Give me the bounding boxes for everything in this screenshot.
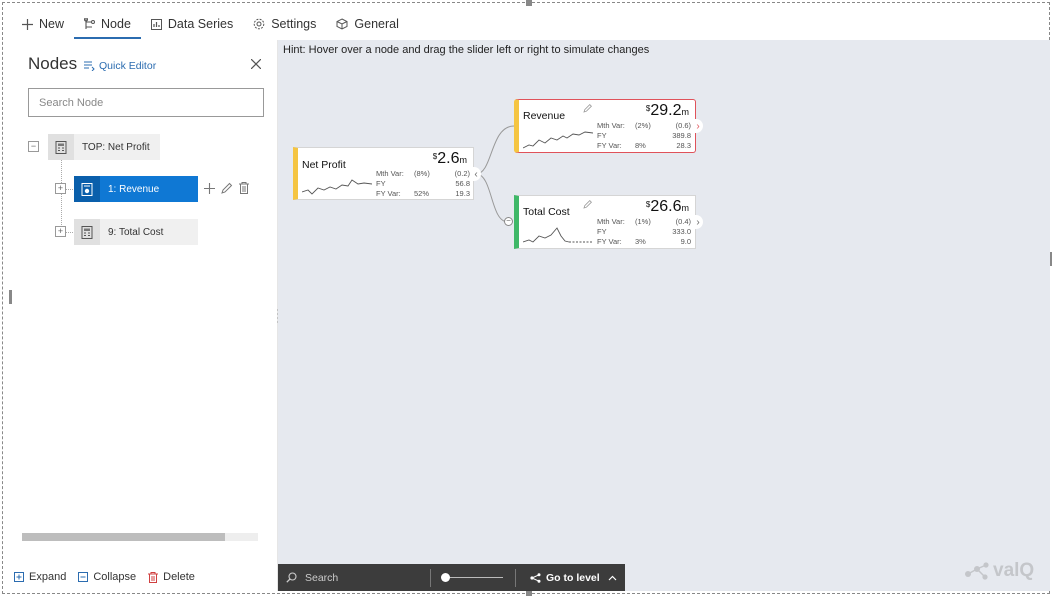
calculator-icon bbox=[74, 219, 100, 245]
valq-logo: valQ bbox=[964, 560, 1034, 582]
toolbar-settings-label: Settings bbox=[271, 17, 317, 31]
node-actions bbox=[204, 182, 249, 194]
collapse-square-icon bbox=[78, 572, 89, 582]
card-title: Net Profit bbox=[302, 159, 346, 171]
go-to-level-label: Go to level bbox=[546, 571, 600, 584]
panel-title: Nodes bbox=[28, 54, 78, 73]
main-toolbar: New Node Data Series Settings General bbox=[12, 10, 409, 39]
card-title: Revenue bbox=[523, 110, 566, 122]
edit-pencil-icon[interactable] bbox=[583, 100, 592, 118]
edit-pencil-icon[interactable] bbox=[221, 182, 233, 194]
gear-icon bbox=[253, 18, 265, 30]
panel-footer: Expand Collapse Delete bbox=[14, 566, 207, 588]
node-card-total-cost[interactable]: Total Cost $26.6m Mth Var: (1%) (0.4) FY… bbox=[514, 195, 696, 249]
tree-node-revenue[interactable]: 1: Revenue bbox=[74, 176, 198, 202]
zoom-slider-knob[interactable] bbox=[441, 573, 450, 582]
quick-editor-link[interactable]: Quick Editor bbox=[84, 60, 156, 72]
node-card-net-profit[interactable]: Net Profit $2.6m Mth Var: (8%) (0.2) FY … bbox=[293, 147, 474, 200]
tree-node-net-profit[interactable]: TOP: Net Profit bbox=[48, 134, 160, 160]
card-title: Total Cost bbox=[523, 206, 570, 218]
toolbar-data-series-label: Data Series bbox=[167, 17, 234, 31]
toolbar-data-series-tab[interactable]: Data Series bbox=[141, 10, 243, 38]
delete-button[interactable]: Delete bbox=[148, 571, 195, 583]
search-icon bbox=[286, 572, 297, 583]
chevron-up-icon bbox=[608, 575, 617, 581]
toolbar-node-tab[interactable]: Node bbox=[74, 10, 141, 39]
sparkline-chart bbox=[523, 131, 593, 149]
tree-expand-toggle[interactable]: + bbox=[55, 226, 66, 237]
toolbar-general-tab[interactable]: General bbox=[326, 10, 408, 38]
horizontal-scrollbar[interactable] bbox=[22, 533, 258, 541]
frame-resize-handle-left[interactable] bbox=[9, 290, 12, 304]
delete-trash-icon[interactable] bbox=[239, 182, 249, 194]
zoom-slider[interactable] bbox=[431, 564, 515, 591]
hierarchy-icon bbox=[530, 572, 541, 583]
toolbar-new-label: New bbox=[39, 17, 65, 31]
toolbar-new-button[interactable]: New bbox=[12, 10, 74, 38]
zoom-slider-track bbox=[445, 577, 503, 578]
sparkline-chart bbox=[523, 227, 593, 243]
edit-pencil-icon[interactable] bbox=[583, 196, 592, 214]
sparkline-chart bbox=[302, 179, 372, 195]
card-value: $29.2m bbox=[645, 102, 689, 119]
go-to-level-button[interactable]: Go to level bbox=[516, 572, 617, 584]
card-value: $26.6m bbox=[645, 198, 689, 215]
toolbar-general-label: General bbox=[354, 17, 399, 31]
plus-icon bbox=[22, 18, 33, 30]
tree-expand-toggle[interactable]: + bbox=[55, 183, 66, 194]
nodes-panel: Nodes Quick Editor − TOP: Net Profit + 1… bbox=[14, 40, 283, 591]
node-card-revenue[interactable]: Revenue $29.2m Mth Var: (2%) (0.6) FY 38… bbox=[514, 99, 696, 153]
data-series-icon bbox=[150, 18, 162, 30]
card-value: $2.6m bbox=[432, 150, 467, 167]
search-node-input[interactable] bbox=[28, 88, 264, 117]
expand-square-icon bbox=[14, 572, 24, 582]
scrollbar-thumb[interactable] bbox=[22, 533, 225, 541]
toolbar-settings-tab[interactable]: Settings bbox=[243, 10, 326, 38]
canvas-search-button[interactable]: Search bbox=[278, 572, 430, 584]
calculator-icon bbox=[48, 134, 74, 160]
collapse-button[interactable]: Collapse bbox=[78, 571, 136, 583]
expand-button[interactable]: Expand bbox=[14, 571, 66, 583]
canvas-search-label: Search bbox=[305, 571, 339, 584]
quick-editor-icon bbox=[84, 61, 95, 71]
tree-node-label: 1: Revenue bbox=[108, 183, 160, 195]
quick-editor-label: Quick Editor bbox=[99, 60, 157, 72]
collapse-node-dot[interactable]: − bbox=[504, 217, 513, 226]
node-tree-icon bbox=[84, 18, 96, 30]
tree-node-label: TOP: Net Profit bbox=[82, 141, 150, 153]
expand-label: Expand bbox=[29, 571, 67, 583]
valq-logo-text: valQ bbox=[993, 560, 1035, 581]
add-child-icon[interactable] bbox=[204, 182, 215, 194]
valq-logo-mark-icon bbox=[964, 561, 990, 581]
collapse-label: Collapse bbox=[93, 571, 137, 583]
tree-node-label: 9: Total Cost bbox=[108, 226, 164, 238]
toolbar-node-label: Node bbox=[101, 17, 131, 31]
cube-icon bbox=[336, 18, 348, 30]
frame-resize-handle-top[interactable] bbox=[526, 0, 532, 6]
trash-icon bbox=[148, 571, 159, 583]
tree-collapse-toggle[interactable]: − bbox=[28, 141, 39, 152]
calculator-icon bbox=[74, 176, 100, 202]
close-icon[interactable] bbox=[250, 56, 262, 74]
delete-label: Delete bbox=[163, 571, 195, 583]
tree-canvas[interactable]: Hint: Hover over a node and drag the sli… bbox=[278, 40, 1050, 591]
tree-node-total-cost[interactable]: 9: Total Cost bbox=[74, 219, 198, 245]
canvas-bottom-bar: Search Go to level bbox=[278, 564, 625, 591]
